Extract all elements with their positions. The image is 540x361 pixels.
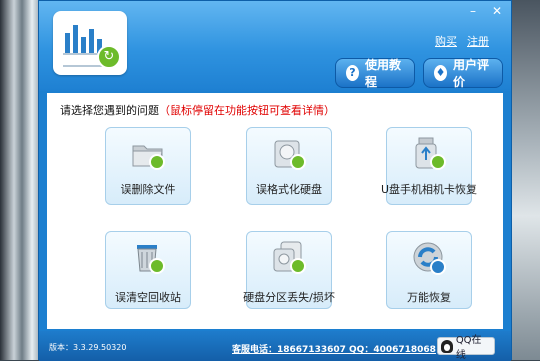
minimize-button[interactable]: –	[463, 3, 483, 19]
tile-label-partition: 硬盘分区丢失/损坏	[243, 291, 335, 304]
tile-label-deleted-files: 误删除文件	[120, 183, 176, 196]
close-button[interactable]: ✕	[487, 3, 507, 19]
register-link[interactable]: 注册	[467, 33, 489, 49]
folder-recover-icon	[132, 145, 165, 170]
universal-recover-icon	[413, 242, 446, 275]
partition-recover-icon	[273, 241, 306, 274]
tile-label-usb-card: U盘手机相机卡恢复	[380, 183, 478, 196]
question-icon: ?	[346, 65, 359, 81]
review-button[interactable]: ♦ 用户评价	[423, 58, 503, 89]
qq-penguin-icon	[441, 339, 453, 353]
hint-text: （鼠标停留在功能按钮可查看详情）	[159, 104, 335, 117]
tutorial-button[interactable]: ? 使用教程	[335, 58, 415, 89]
qq-online-label: QQ在线	[455, 335, 482, 361]
instruction-text: 请选择您遇到的问题（鼠标停留在功能按钮可查看详情）	[60, 104, 335, 117]
usb-drive-recover-icon	[415, 137, 446, 170]
app-logo: ↻	[53, 11, 127, 75]
main-panel: 请选择您遇到的问题（鼠标停留在功能按钮可查看详情） 误删除文件 误格式化硬盘 U…	[47, 93, 503, 329]
qq-online-button[interactable]: QQ在线	[437, 335, 495, 361]
tile-label-formatted-disk: 误格式化硬盘	[256, 183, 322, 196]
desktop-background-left	[0, 0, 40, 360]
status-bar: 版本：3.3.29.50320 客服电话：18667133607 QQ：4006…	[39, 331, 511, 361]
version-text: 版本：3.3.29.50320	[49, 343, 127, 352]
app-window: ↻ – ✕ 购买 注册 ? 使用教程 ♦ 用户评价 请选择您遇到的问题（鼠标停留…	[38, 0, 512, 361]
buy-link[interactable]: 购买	[435, 33, 457, 49]
tile-label-recycle-bin: 误清空回收站	[115, 291, 181, 304]
review-label: 用户评价	[453, 58, 490, 89]
harddisk-recover-icon	[274, 140, 306, 170]
desktop-background-right	[510, 0, 540, 360]
comment-icon: ♦	[434, 65, 447, 81]
title-bar: ↻ – ✕ 购买 注册 ? 使用教程 ♦ 用户评价	[39, 1, 511, 91]
recover-arrow-icon: ↻	[97, 45, 121, 69]
recycle-bin-recover-icon	[137, 245, 165, 274]
contact-info[interactable]: 客服电话：18667133607 QQ：4006718068	[232, 342, 436, 355]
tutorial-label: 使用教程	[365, 58, 402, 89]
tile-label-universal: 万能恢复	[407, 291, 451, 304]
